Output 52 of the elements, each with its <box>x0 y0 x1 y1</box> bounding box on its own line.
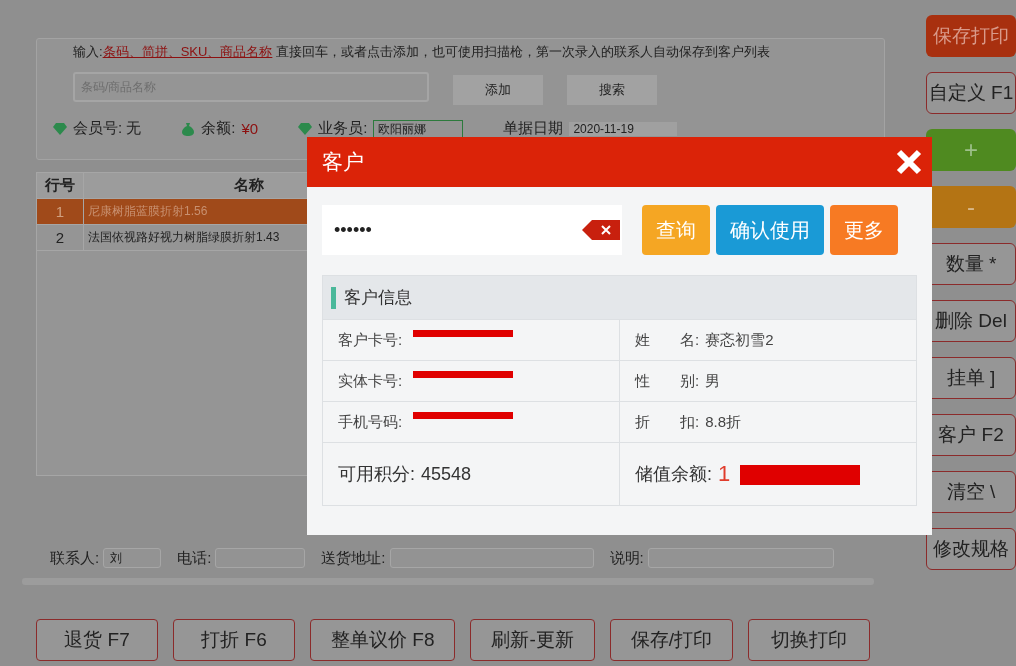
side-button[interactable]: 保存打印 <box>926 15 1016 57</box>
field-label: 手机号码: <box>338 412 403 432</box>
column-header: 名称 <box>233 176 265 195</box>
side-button[interactable]: 修改规格 <box>926 528 1016 570</box>
field-label: 说明: <box>609 548 644 568</box>
field-value: 45548 <box>421 463 472 485</box>
row-number: 2 <box>37 225 84 250</box>
action-button[interactable]: 打折 F6 <box>173 619 295 661</box>
date-field[interactable]: 2020-11-19 <box>569 121 678 136</box>
field-label: 储值余额: <box>635 463 712 486</box>
field-label: 姓 名: <box>635 330 700 350</box>
row-number: 1 <box>37 199 84 224</box>
gem-icon <box>298 121 313 136</box>
field-label: 单据日期 <box>503 119 564 138</box>
action-button[interactable]: 退货 F7 <box>36 619 158 661</box>
action-button[interactable]: 保存/打印 <box>609 619 734 661</box>
field-value: 男 <box>705 371 721 391</box>
field-label: 业务员: <box>318 119 368 138</box>
action-button[interactable]: 刷新-更新 <box>470 619 595 661</box>
field-value: 赛忞初雪2 <box>705 330 774 350</box>
gem-icon <box>53 121 67 136</box>
password-field[interactable]: •••••• <box>322 205 622 255</box>
dialog-title: 客户 <box>322 149 364 175</box>
member-number: 会员号: 无 <box>73 119 142 138</box>
text-field[interactable]: 刘 <box>103 548 162 568</box>
field-label: 送货地址: <box>321 548 386 568</box>
dialog-button[interactable]: 确认使用 <box>716 205 824 255</box>
balance-value: ¥0 <box>241 120 259 137</box>
product-name: 法国依视路好视力树脂绿膜折射1.43 <box>87 229 280 246</box>
section-title: 客户信息 <box>344 287 412 309</box>
field-value: 1 <box>718 461 731 487</box>
field-label: 联系人: <box>50 548 100 568</box>
action-button[interactable]: 切换打印 <box>748 619 871 661</box>
action-button[interactable]: 搜索 <box>567 75 657 105</box>
field-label: 性 别: <box>635 371 700 391</box>
action-button[interactable]: 添加 <box>453 75 543 105</box>
close-icon[interactable] <box>896 149 922 175</box>
column-header: 行号 <box>37 173 84 198</box>
field-value: 8.8折 <box>705 412 742 432</box>
field-label: 实体卡号: <box>338 371 403 391</box>
accent-bar <box>331 286 336 309</box>
field-label: 客户卡号: <box>338 330 403 350</box>
field-label: 可用积分: <box>338 463 415 486</box>
action-button[interactable]: 整单议价 F8 <box>310 619 456 661</box>
clear-icon[interactable] <box>582 220 620 240</box>
field-label: 折 扣: <box>635 412 700 432</box>
side-button[interactable]: 自定义 F1 <box>926 72 1016 114</box>
product-name: 尼康树脂蓝膜折射1.56 <box>87 203 208 220</box>
instruction-text: 输入:条码、简拼、SKU、商品名称 直接回车，或者点击添加，也可使用扫描枪，第一次录入的联系人自动保存到客户列表 <box>73 43 771 61</box>
money-bag-icon <box>181 121 196 136</box>
field-label: 电话: <box>177 548 212 568</box>
field-label: 余额: <box>201 119 236 138</box>
